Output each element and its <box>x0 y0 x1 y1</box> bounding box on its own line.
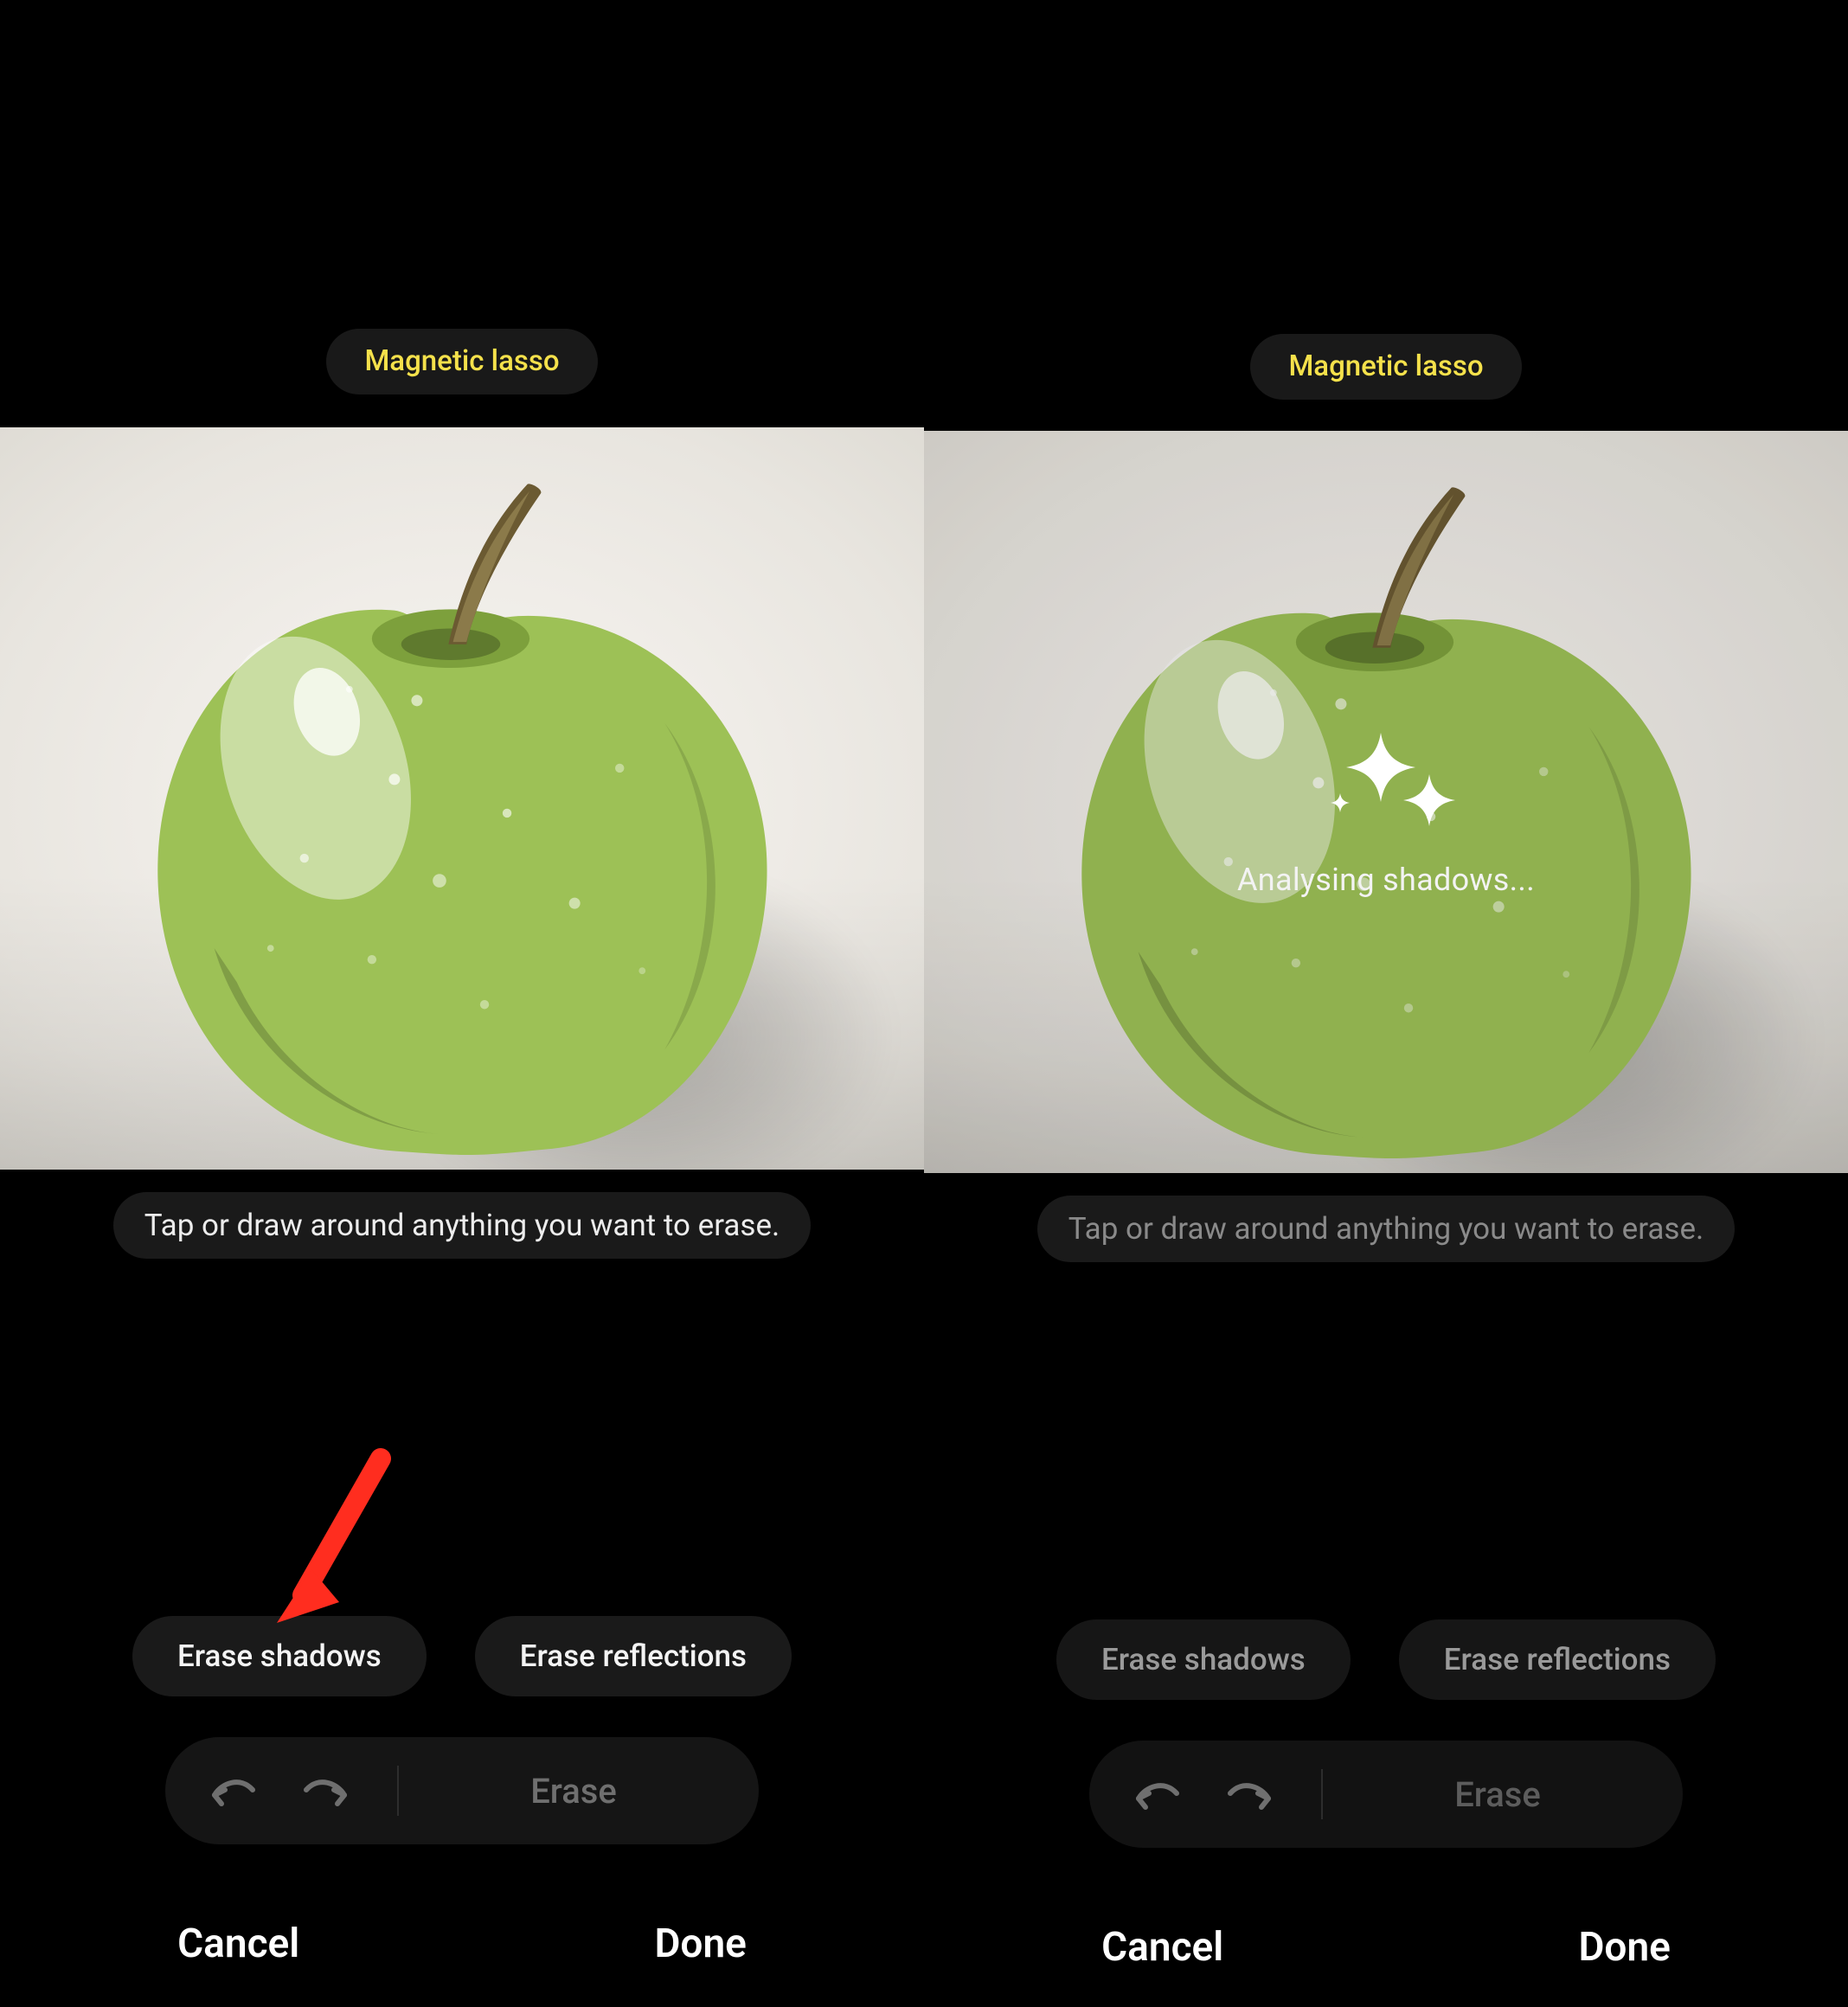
instruction-hint: Tap or draw around anything you want to … <box>113 1192 812 1259</box>
magnetic-lasso-chip-label: Magnetic lasso <box>364 344 559 378</box>
cancel-label: Cancel <box>177 1920 299 1967</box>
magnetic-lasso-chip-label: Magnetic lasso <box>1288 349 1483 383</box>
erase-shadows-label: Erase shadows <box>1101 1642 1306 1677</box>
edit-toolbar: Erase <box>165 1737 759 1844</box>
magnetic-lasso-chip[interactable]: Magnetic lasso <box>326 329 597 394</box>
instruction-hint-text: Tap or draw around anything you want to … <box>1068 1211 1704 1247</box>
edit-toolbar: Erase <box>1089 1741 1683 1848</box>
photo-canvas[interactable] <box>0 427 924 1170</box>
erase-reflections-button[interactable]: Erase reflections <box>475 1616 792 1696</box>
annotation-arrow <box>260 1448 407 1638</box>
cancel-button[interactable]: Cancel <box>177 1920 299 1967</box>
done-label: Done <box>654 1920 746 1967</box>
erase-reflections-label: Erase reflections <box>520 1638 747 1674</box>
photo-canvas[interactable]: Analysing shadows... <box>924 431 1848 1173</box>
cancel-label: Cancel <box>1101 1924 1223 1971</box>
magnetic-lasso-chip[interactable]: Magnetic lasso <box>1250 334 1521 400</box>
erase-button-label: Erase <box>530 1771 617 1811</box>
instruction-hint: Tap or draw around anything you want to … <box>1037 1196 1736 1262</box>
panel-right: Magnetic lasso Analysing shadows... Tap … <box>924 0 1848 2007</box>
instruction-hint-text: Tap or draw around anything you want to … <box>144 1208 780 1243</box>
redo-icon[interactable] <box>297 1760 359 1822</box>
erase-reflections-label: Erase reflections <box>1444 1642 1671 1677</box>
panel-left: Magnetic lasso Tap or draw around anythi… <box>0 0 924 2007</box>
erase-reflections-button[interactable]: Erase reflections <box>1399 1619 1716 1700</box>
undo-icon[interactable] <box>1124 1763 1186 1825</box>
erase-shadows-label: Erase shadows <box>177 1638 382 1674</box>
erase-shadows-button[interactable]: Erase shadows <box>1056 1619 1351 1700</box>
erase-button-label: Erase <box>1454 1774 1541 1815</box>
done-button[interactable]: Done <box>1578 1924 1670 1971</box>
redo-icon[interactable] <box>1221 1763 1283 1825</box>
analysing-status: Analysing shadows... <box>924 862 1848 898</box>
sparkle-icon <box>1291 733 1481 871</box>
done-label: Done <box>1578 1924 1670 1971</box>
erase-button[interactable]: Erase <box>1323 1774 1634 1815</box>
apple-photo <box>0 427 924 1170</box>
erase-button[interactable]: Erase <box>399 1771 710 1811</box>
analysing-status-text: Analysing shadows... <box>1237 862 1535 898</box>
cancel-button[interactable]: Cancel <box>1101 1924 1223 1971</box>
undo-icon[interactable] <box>200 1760 262 1822</box>
done-button[interactable]: Done <box>654 1920 746 1967</box>
